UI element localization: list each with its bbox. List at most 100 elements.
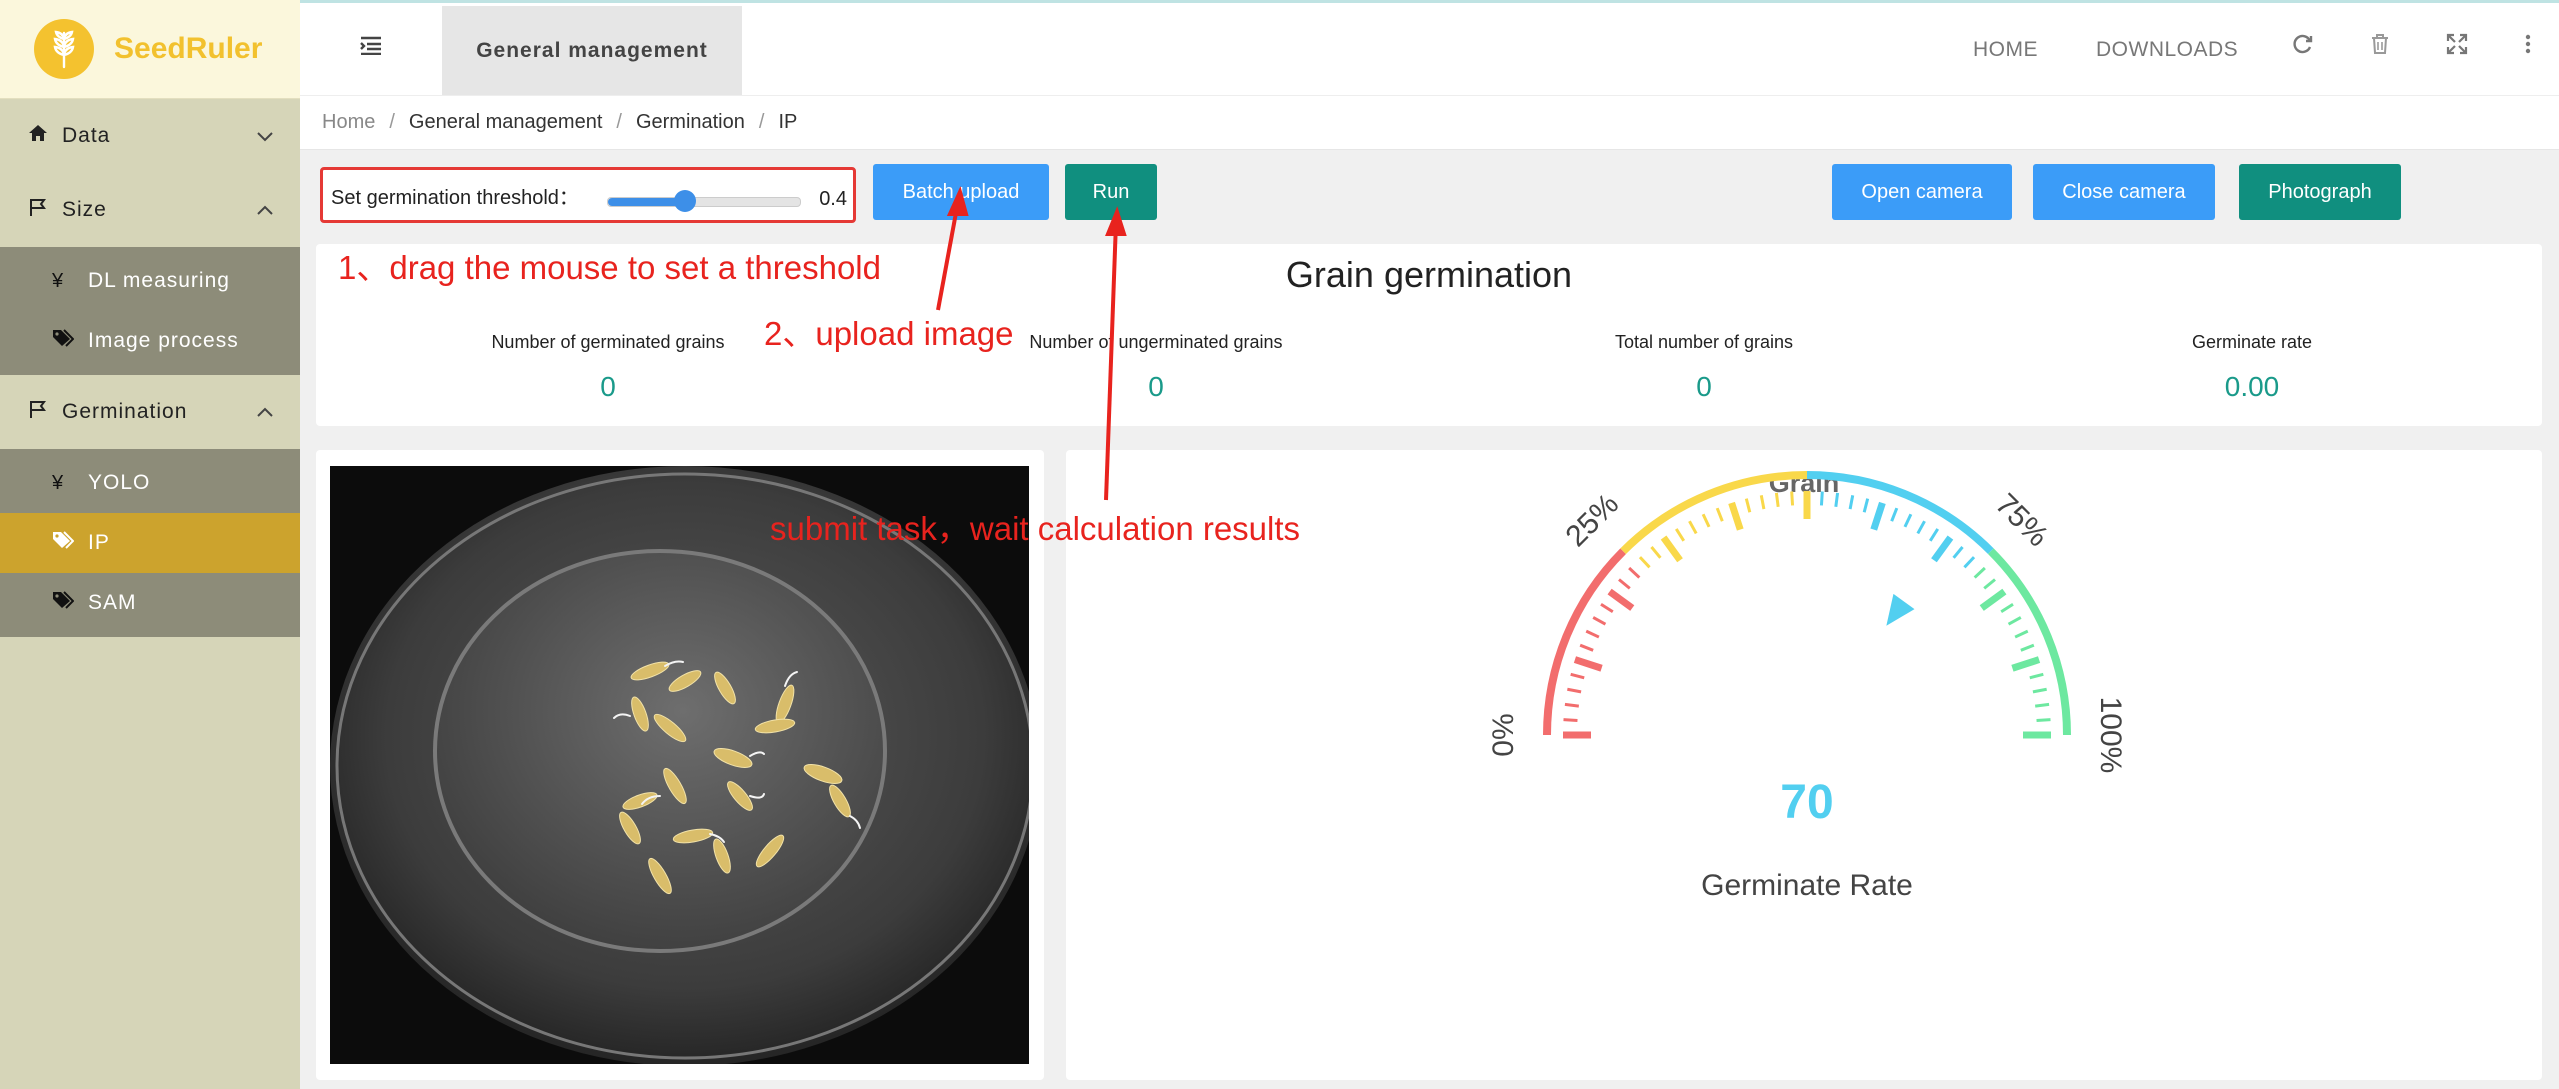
stat-germinated: Number of germinated grains 0: [408, 332, 808, 403]
gauge-minor-tick: [1592, 616, 1607, 626]
stat-label: Number of germinated grains: [491, 332, 725, 352]
breadcrumb: Home / General management / Germination …: [300, 95, 2559, 150]
gauge-minor-tick: [1834, 492, 1840, 508]
breadcrumb-germination[interactable]: Germination: [636, 111, 745, 134]
fullscreen-icon[interactable]: [2446, 33, 2468, 62]
gauge-minor-tick: [1916, 520, 1926, 535]
gauge-major-tick: [1660, 535, 1683, 563]
sidebar-item-yolo[interactable]: ¥ YOLO: [0, 453, 300, 513]
stat-value: 0: [600, 371, 616, 402]
gauge-minor-tick: [1759, 495, 1766, 510]
refresh-icon[interactable]: [2292, 33, 2314, 62]
stat-value: 0: [1696, 371, 1712, 402]
breadcrumb-separator: /: [758, 111, 765, 133]
home-link[interactable]: HOME: [1973, 38, 2038, 62]
gauge-ticks: [1543, 471, 2071, 739]
close-camera-button[interactable]: Close camera: [2033, 164, 2215, 220]
sidebar-item-sam[interactable]: SAM: [0, 573, 300, 633]
batch-upload-button[interactable]: Batch upload: [873, 164, 1049, 220]
tags-icon: [52, 531, 88, 555]
gauge-minor-tick: [1563, 718, 1578, 723]
threshold-value: 0.4: [819, 188, 847, 210]
sidebar-group-germination[interactable]: Germination: [0, 375, 300, 449]
gauge-minor-tick: [2000, 602, 2014, 614]
threshold-control: Set germination threshold： 0.4: [320, 167, 856, 223]
gauge-arc-segment: [1806, 471, 1994, 554]
sidebar-group-label: Germination: [62, 400, 188, 423]
wheat-logo-icon: [34, 19, 94, 79]
flag-icon: [28, 399, 62, 425]
chevron-up-icon: [256, 402, 274, 423]
sidebar-item-image-process[interactable]: Image process: [0, 311, 300, 371]
yen-icon: ¥: [52, 471, 65, 494]
gauge-minor-tick: [1638, 556, 1651, 569]
run-button[interactable]: Run: [1065, 164, 1157, 220]
gauge-minor-tick: [1903, 513, 1913, 528]
annotation-step3: submit task，wait calculation results: [770, 510, 1301, 547]
gauge-arc-segment: [1620, 471, 1808, 554]
gauge-minor-tick: [2020, 643, 2035, 652]
submenu-size: ¥ DL measuring Image process: [0, 247, 300, 375]
gauge-minor-tick: [1963, 556, 1976, 569]
gauge-minor-tick: [1790, 491, 1795, 506]
logo[interactable]: SeedRuler: [0, 0, 300, 99]
annotation-step2: 2、upload image: [764, 315, 1014, 352]
tab-general-management[interactable]: General management: [442, 6, 742, 95]
sidebar-item-label: SAM: [88, 591, 137, 614]
gauge-tick-label: 25%: [1559, 487, 1625, 553]
gauge-minor-tick: [1567, 687, 1582, 694]
breadcrumb-separator: /: [389, 111, 395, 133]
top-bar: General management HOME DOWNLOADS: [300, 0, 2559, 95]
gauge-minor-tick: [1928, 528, 1940, 542]
gauge-pointer: [1886, 593, 1915, 626]
sidebar-item-label: YOLO: [88, 471, 151, 494]
stat-total: Total number of grains 0: [1504, 332, 1904, 403]
sidebar-item-ip[interactable]: IP: [0, 513, 300, 573]
tags-icon: [52, 329, 88, 353]
gauge-minor-tick: [1701, 513, 1711, 528]
breadcrumb-general-management[interactable]: General management: [409, 111, 602, 134]
gauge-minor-tick: [2036, 718, 2051, 723]
gauge-minor-tick: [2014, 629, 2029, 639]
gauge-arc-segment: [1543, 548, 1626, 736]
gauge-tick-label: 0%: [1487, 713, 1520, 756]
chevron-down-icon: [256, 126, 274, 147]
sidebar-item-dl-measuring[interactable]: ¥ DL measuring: [0, 251, 300, 311]
gauge-minor-tick: [1952, 546, 1964, 559]
trash-icon[interactable]: [2370, 33, 2390, 62]
gauge-minor-tick: [1819, 491, 1824, 506]
sidebar-group-size[interactable]: Size: [0, 173, 300, 247]
gauge-minor-tick: [1628, 566, 1641, 579]
flag-icon: [28, 197, 62, 223]
gauge-minor-tick: [1618, 578, 1631, 590]
gauge-major-tick: [2011, 656, 2041, 672]
photograph-button[interactable]: Photograph: [2239, 164, 2401, 220]
open-camera-button[interactable]: Open camera: [1832, 164, 2012, 220]
seed-dish-photo: [330, 466, 1029, 1064]
stat-value: 0.00: [2224, 371, 2280, 402]
gauge-major-tick: [1931, 535, 1954, 563]
sidebar-group-data[interactable]: Data: [0, 99, 300, 173]
sidebar-item-label: IP: [88, 531, 110, 554]
menu-toggle-icon[interactable]: [360, 31, 382, 62]
breadcrumb-home[interactable]: Home: [322, 111, 375, 134]
slider-thumb[interactable]: [673, 190, 696, 212]
stat-value: 0: [1148, 371, 1164, 402]
gauge-minor-tick: [1600, 602, 1614, 614]
gauge-minor-tick: [1890, 507, 1899, 522]
gauge-value: 70: [1780, 776, 1833, 829]
gauge-minor-tick: [1674, 528, 1686, 542]
gauge-minor-tick: [1774, 492, 1780, 508]
submenu-germination: ¥ YOLO IP SAM: [0, 449, 300, 637]
stat-label: Number of ungerminated grains: [1029, 332, 1283, 352]
gauge-arc-segment: [1988, 548, 2071, 736]
gauge-minor-tick: [1585, 629, 1600, 639]
stat-ungerminated: Number of ungerminated grains 0: [956, 332, 1356, 403]
tags-icon: [52, 591, 88, 615]
gauge-label: Germinate Rate: [1701, 869, 1913, 902]
more-vertical-icon[interactable]: [2524, 33, 2532, 62]
threshold-slider[interactable]: [607, 190, 801, 212]
stat-label: Total number of grains: [1614, 332, 1794, 352]
gauge-minor-tick: [1564, 702, 1580, 708]
downloads-link[interactable]: DOWNLOADS: [2096, 38, 2238, 62]
